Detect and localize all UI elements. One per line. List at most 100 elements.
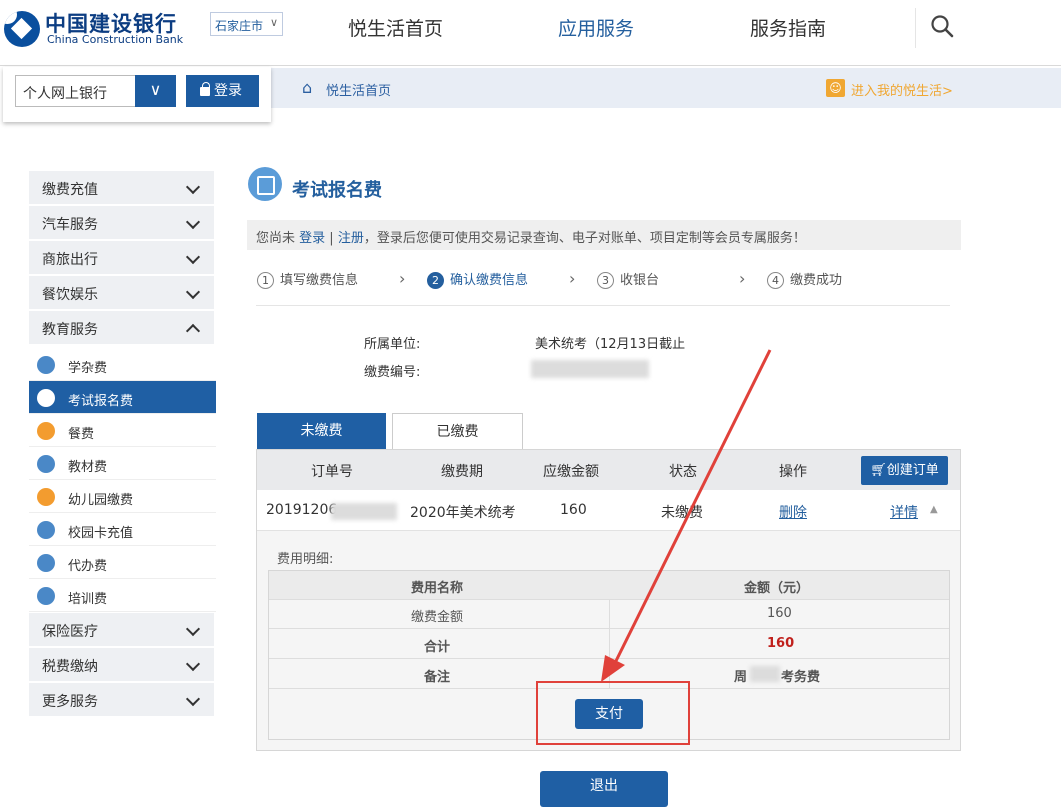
step-label: 填写缴费信息 — [280, 273, 359, 288]
redacted-code — [531, 360, 649, 378]
col-status: 状态 — [669, 464, 697, 480]
chevron-right-icon: › — [739, 269, 746, 288]
tab-paid[interactable]: 已缴费 — [392, 413, 523, 449]
sidebar-sub-agency-fee[interactable]: 代办费 — [29, 546, 216, 579]
chevron-right-icon: › — [399, 269, 406, 288]
step-label: 缴费成功 — [790, 273, 843, 288]
my-life-link[interactable]: 进入我的悦生活> — [851, 80, 953, 99]
sidebar-item-label: 更多服务 — [42, 694, 98, 710]
logo-en-text: China Construction Bank — [47, 33, 184, 46]
step-number: 4 — [767, 272, 784, 289]
sidebar-item-education[interactable]: 教育服务 — [29, 311, 214, 344]
chevron-down-icon — [185, 691, 201, 707]
chevron-down-icon[interactable]: ∨ — [135, 75, 176, 107]
col-amount: 应缴金额 — [543, 464, 599, 480]
chevron-down-icon — [185, 656, 201, 672]
breadcrumb-home-link[interactable]: 悦生活首页 — [326, 80, 391, 99]
home-icon[interactable]: ⌂ — [302, 80, 318, 96]
step-number: 1 — [257, 272, 274, 289]
card-icon — [37, 521, 55, 539]
fee-detail-label: 费用明细: — [277, 552, 334, 567]
order-no: 20191206 — [266, 502, 338, 518]
step-1: 1 填写缴费信息 — [257, 269, 358, 289]
step-label: 收银台 — [620, 273, 660, 288]
lock-icon — [200, 82, 210, 96]
sidebar-item-label: 商旅出行 — [42, 252, 98, 268]
meal-icon — [37, 422, 55, 440]
sidebar-item-travel[interactable]: 商旅出行 — [29, 241, 214, 274]
search-icon[interactable] — [930, 14, 954, 38]
chevron-down-icon — [185, 284, 201, 300]
login-button-label: 登录 — [214, 83, 242, 99]
ccb-logo-icon — [4, 11, 40, 47]
fee-name: 缴费金额 — [411, 610, 464, 625]
bank-type-select[interactable]: 个人网上银行 ∨ — [15, 75, 176, 107]
agency-icon — [37, 554, 55, 572]
code-label: 缴费编号: — [364, 365, 421, 380]
notice-text: ，登录后您便可使用交易记录查询、电子对账单、项目定制等会员专属服务！ — [363, 231, 806, 246]
ccb-logo[interactable]: 中国建设银行 China Construction Bank — [4, 8, 199, 48]
sidebar-sub-tuition[interactable]: 学杂费 — [29, 348, 216, 381]
sidebar-item-tax[interactable]: 税费缴纳 — [29, 648, 214, 681]
sidebar-sub-textbook[interactable]: 教材费 — [29, 447, 216, 480]
step-number: 2 — [427, 272, 444, 289]
sidebar-item-label: 教育服务 — [42, 322, 98, 338]
sidebar-sub-training[interactable]: 培训费 — [29, 579, 216, 612]
notice-separator: | — [325, 231, 338, 246]
order-amount: 160 — [560, 502, 587, 518]
chevron-right-icon: › — [569, 269, 576, 288]
sidebar-item-dining[interactable]: 餐饮娱乐 — [29, 276, 214, 309]
login-notice: 您尚未 登录 | 注册，登录后您便可使用交易记录查询、电子对账单、项目定制等会员… — [247, 220, 961, 250]
nav-service-guide[interactable]: 服务指南 — [750, 14, 826, 41]
step-3: 3 收银台 — [597, 269, 659, 289]
notice-login-link[interactable]: 登录 — [299, 231, 325, 246]
sidebar-item-label: 保险医疗 — [42, 624, 98, 640]
step-label: 确认缴费信息 — [450, 273, 529, 288]
caret-up-icon[interactable]: ▲ — [930, 504, 938, 515]
login-button[interactable]: 登录 — [186, 75, 259, 107]
sidebar-sub-campus-card[interactable]: 校园卡充值 — [29, 513, 216, 546]
cart-icon: 🛒︎ — [870, 463, 887, 478]
fee-name-header: 费用名称 — [411, 581, 464, 596]
user-icon[interactable]: ☺ — [826, 79, 845, 97]
nav-home[interactable]: 悦生活首页 — [348, 14, 443, 41]
tab-unpaid[interactable]: 未缴费 — [257, 413, 386, 449]
city-select[interactable]: 石家庄市 ∨ — [210, 12, 283, 36]
sidebar-item-label: 餐饮娱乐 — [42, 287, 98, 303]
fee-amount-header: 金额（元） — [744, 581, 810, 596]
divider — [609, 600, 610, 689]
sidebar-sub-label: 教材费 — [68, 460, 108, 475]
redacted-remark — [750, 666, 780, 682]
sidebar-item-insurance[interactable]: 保险医疗 — [29, 613, 214, 646]
annotation-highlight-box — [536, 681, 690, 745]
detail-link[interactable]: 详情 — [890, 502, 918, 522]
create-order-label: 创建订单 — [886, 463, 939, 478]
sidebar-item-payment[interactable]: 缴费充值 — [29, 171, 214, 204]
sidebar-sub-label: 代办费 — [68, 559, 108, 574]
nav-app-services[interactable]: 应用服务 — [558, 14, 634, 41]
table-header — [257, 450, 960, 490]
exit-button[interactable]: 退出 — [540, 771, 668, 807]
delete-link[interactable]: 删除 — [779, 502, 807, 522]
order-period: 2020年美术统考 — [410, 505, 516, 521]
sidebar-item-auto[interactable]: 汽车服务 — [29, 206, 214, 239]
exam-fee-icon — [248, 167, 282, 201]
sidebar-sub-exam-fee[interactable]: 考试报名费 — [29, 381, 216, 414]
sidebar-item-label: 税费缴纳 — [42, 659, 98, 675]
sidebar-sub-label: 餐费 — [68, 427, 95, 442]
col-period: 缴费期 — [441, 464, 483, 480]
fee-amount: 160 — [767, 606, 792, 621]
notice-register-link[interactable]: 注册 — [338, 231, 364, 246]
step-number: 3 — [597, 272, 614, 289]
sidebar-sub-kindergarten[interactable]: 幼儿园缴费 — [29, 480, 216, 513]
sidebar-sub-label: 校园卡充值 — [68, 526, 134, 541]
sidebar-item-more[interactable]: 更多服务 — [29, 683, 214, 716]
sidebar-item-label: 缴费充值 — [42, 182, 98, 198]
sidebar-sub-label: 考试报名费 — [68, 394, 134, 409]
sidebar-sub-meal[interactable]: 餐费 — [29, 414, 216, 447]
chevron-down-icon — [185, 621, 201, 637]
page-title: 考试报名费 — [292, 180, 382, 201]
create-order-button[interactable]: 🛒︎创建订单 — [861, 456, 948, 485]
sidebar-item-label: 汽车服务 — [42, 217, 98, 233]
sidebar-sub-label: 幼儿园缴费 — [68, 493, 134, 508]
